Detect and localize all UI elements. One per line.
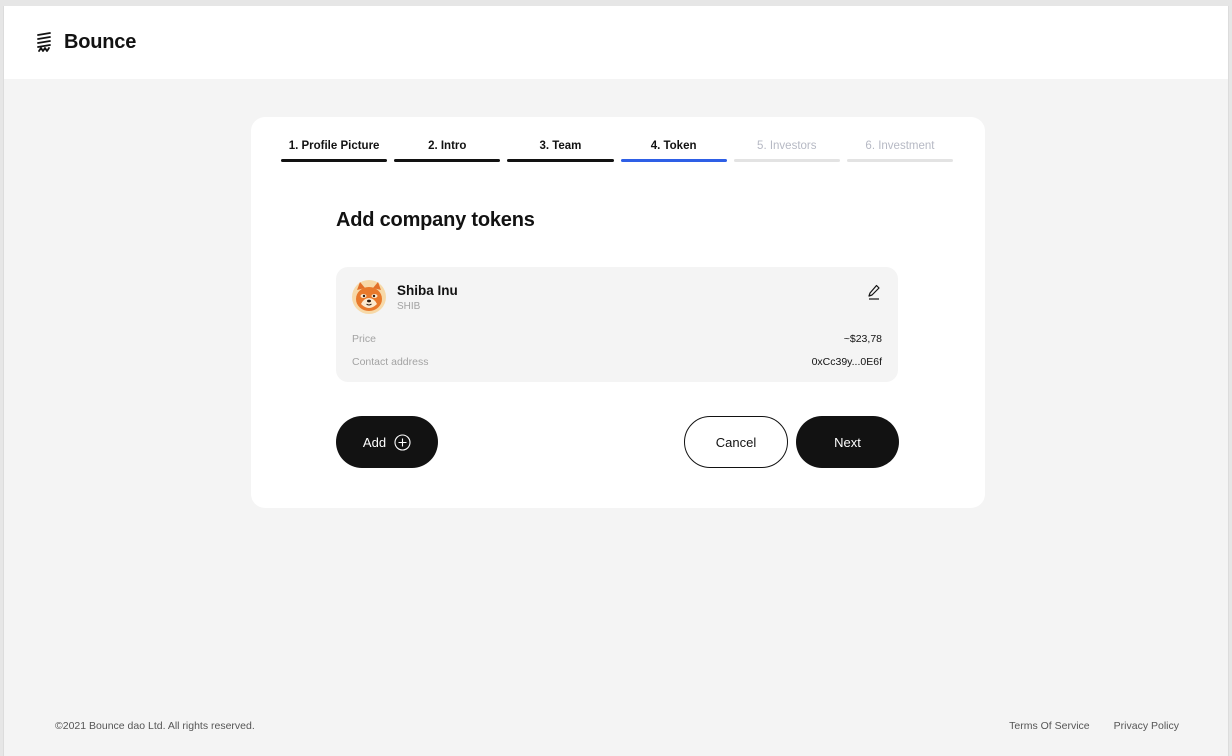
address-value: 0xCc39y...0E6f	[811, 356, 882, 368]
step-label: 1. Profile Picture	[288, 140, 380, 152]
step-progress-bar	[281, 159, 388, 162]
price-label: Price	[352, 333, 376, 345]
copyright-text: ©2021 Bounce dao Ltd. All rights reserve…	[55, 720, 255, 732]
step-progress-bar	[620, 159, 727, 162]
address-label: Contact address	[352, 356, 429, 368]
shiba-inu-icon	[352, 280, 386, 314]
brand-name[interactable]: Bounce	[64, 31, 136, 54]
page-title: Add company tokens	[336, 209, 535, 231]
app-frame: Bounce 1. Profile Picture 2. Intro 3. Team…	[3, 6, 1229, 756]
footer-links: Terms Of Service Privacy Policy	[1009, 720, 1179, 732]
price-value: ~$23,78	[843, 333, 882, 345]
privacy-link[interactable]: Privacy Policy	[1114, 720, 1179, 732]
plus-circle-icon	[394, 433, 411, 451]
step-label: 3. Team	[539, 140, 582, 152]
step-progress-bar	[733, 159, 840, 162]
step-1[interactable]: 1. Profile Picture	[281, 139, 388, 162]
step-label: 4. Token	[650, 140, 697, 152]
stepper: 1. Profile Picture 2. Intro 3. Team 4. Toke…	[281, 139, 954, 162]
step-4[interactable]: 4. Token	[620, 139, 727, 162]
top-header: Bounce	[4, 6, 1228, 79]
token-symbol: SHIB	[397, 301, 421, 312]
step-2[interactable]: 2. Intro	[394, 139, 501, 162]
wizard-card: 1. Profile Picture 2. Intro 3. Team 4. Toke…	[251, 117, 985, 508]
token-card: Shiba Inu SHIB Price ~$23,78 Contact add…	[336, 267, 898, 382]
step-6[interactable]: 6. Investment	[846, 139, 954, 162]
add-button-label: Add	[362, 434, 387, 450]
step-5[interactable]: 5. Investors	[733, 139, 840, 162]
step-progress-bar	[507, 159, 614, 162]
pencil-icon[interactable]	[866, 283, 882, 301]
step-progress-bar	[394, 159, 501, 162]
token-name: Shiba Inu	[397, 283, 458, 298]
step-progress-bar	[846, 159, 954, 162]
step-label: 2. Intro	[428, 140, 467, 152]
terms-link[interactable]: Terms Of Service	[1009, 720, 1090, 732]
step-label: 5. Investors	[757, 140, 817, 152]
next-button[interactable]: Next	[796, 416, 899, 468]
bounce-logo-icon	[37, 31, 51, 52]
step-label: 6. Investment	[865, 140, 935, 152]
add-token-button[interactable]: Add	[336, 416, 438, 468]
step-3[interactable]: 3. Team	[507, 139, 614, 162]
cancel-button[interactable]: Cancel	[684, 416, 788, 468]
